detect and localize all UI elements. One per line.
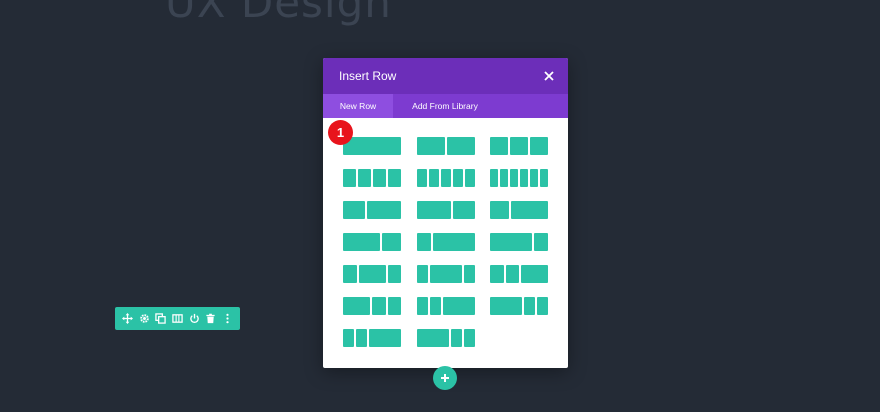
layout-column	[447, 137, 475, 155]
tab-add-from-library[interactable]: Add From Library	[393, 94, 497, 118]
step-badge: 1	[328, 120, 353, 145]
row-layout-option[interactable]	[490, 169, 548, 187]
layout-column	[510, 137, 528, 155]
layout-column	[417, 329, 450, 347]
row-layout-option[interactable]	[417, 297, 475, 315]
gear-icon[interactable]	[138, 312, 151, 325]
layout-column	[451, 329, 463, 347]
row-layout-option[interactable]	[343, 265, 401, 283]
layout-column	[500, 169, 508, 187]
row-layout-option[interactable]	[343, 169, 401, 187]
layout-column	[382, 233, 401, 251]
layout-column	[358, 169, 371, 187]
row-layout-option[interactable]	[343, 329, 401, 347]
layout-column	[490, 169, 498, 187]
layout-column	[452, 201, 475, 219]
layout-column	[490, 201, 509, 219]
layout-column	[530, 137, 548, 155]
layout-column	[343, 329, 354, 347]
row-layout-option[interactable]	[490, 297, 548, 315]
layout-column	[417, 297, 428, 315]
row-layout-option[interactable]	[490, 201, 548, 219]
layout-column	[358, 265, 386, 283]
tab-new-row[interactable]: New Row	[323, 94, 393, 118]
layout-column	[537, 297, 548, 315]
layout-column	[373, 169, 386, 187]
layout-column	[441, 169, 451, 187]
row-layout-option[interactable]	[417, 137, 475, 155]
row-layout-option[interactable]	[417, 265, 475, 283]
layout-column	[417, 201, 451, 219]
modal-header: Insert Row	[323, 58, 568, 94]
layout-column	[521, 265, 548, 283]
layout-column	[387, 297, 401, 315]
layout-column	[387, 265, 401, 283]
row-toolbar	[115, 307, 240, 330]
row-layout-option[interactable]	[343, 201, 401, 219]
layout-column	[343, 137, 401, 155]
layout-column	[524, 297, 536, 315]
row-layout-option[interactable]	[417, 233, 475, 251]
layout-column	[372, 297, 386, 315]
modal-title: Insert Row	[339, 69, 397, 83]
layout-column	[417, 233, 431, 251]
layout-column	[534, 233, 548, 251]
row-layout-option[interactable]	[490, 233, 548, 251]
plus-icon	[441, 374, 449, 382]
layout-column	[490, 233, 532, 251]
more-icon[interactable]	[221, 312, 234, 325]
layout-column	[429, 265, 463, 283]
layout-column	[343, 201, 366, 219]
row-layout-option[interactable]	[343, 233, 401, 251]
layout-column	[464, 265, 475, 283]
layout-column	[464, 329, 475, 347]
layout-column	[343, 297, 370, 315]
layout-column	[367, 201, 401, 219]
columns-icon[interactable]	[171, 312, 184, 325]
row-layout-option[interactable]	[490, 137, 548, 155]
layout-column	[530, 169, 538, 187]
row-layout-option[interactable]	[490, 265, 548, 283]
background-heading: UX Design	[165, 0, 392, 27]
layout-column	[510, 201, 548, 219]
trash-icon[interactable]	[204, 312, 217, 325]
layout-column	[505, 265, 519, 283]
layout-column	[429, 297, 441, 315]
power-icon[interactable]	[188, 312, 201, 325]
layout-column	[510, 169, 518, 187]
layout-column	[442, 297, 475, 315]
layout-column	[417, 265, 428, 283]
layout-column	[343, 169, 356, 187]
layout-column	[540, 169, 548, 187]
insert-row-modal: Insert Row New Row Add From Library	[323, 58, 568, 368]
layout-column	[417, 137, 445, 155]
layout-column	[343, 233, 381, 251]
move-icon[interactable]	[121, 312, 134, 325]
row-layout-option[interactable]	[417, 201, 475, 219]
row-layout-option[interactable]	[417, 169, 475, 187]
layout-column	[417, 169, 427, 187]
add-section-button[interactable]	[433, 366, 457, 390]
row-layout-option[interactable]	[343, 137, 401, 155]
close-icon[interactable]	[542, 69, 556, 83]
layout-column	[388, 169, 401, 187]
modal-tabs: New Row Add From Library	[323, 94, 568, 118]
layout-column	[490, 137, 508, 155]
layout-column	[429, 169, 439, 187]
layout-column	[368, 329, 401, 347]
duplicate-icon[interactable]	[154, 312, 167, 325]
layout-column	[465, 169, 475, 187]
row-layout-option[interactable]	[417, 329, 475, 347]
layout-column	[520, 169, 528, 187]
layout-column	[490, 297, 523, 315]
row-layout-option[interactable]	[343, 297, 401, 315]
layout-column	[490, 265, 504, 283]
layout-column	[343, 265, 357, 283]
layout-column	[453, 169, 463, 187]
layout-column	[433, 233, 475, 251]
layout-column	[355, 329, 367, 347]
